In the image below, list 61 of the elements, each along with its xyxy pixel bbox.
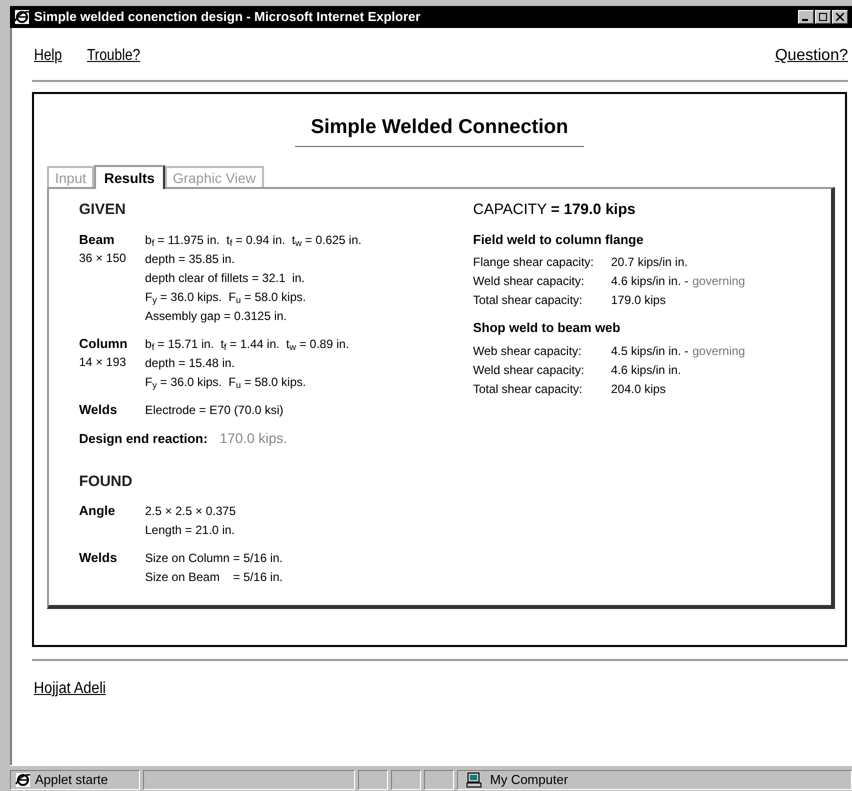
given-line: F$_{y}$ = 36.0 kips. F$_{u}$ = 58.0 kips.: [145, 374, 307, 392]
given-line: Length = 21.0 in.: [145, 522, 236, 539]
capacity-label: Weld shear capacity:: [473, 273, 586, 290]
window-title: Simple welded conenction design - Microsoft Internet Explorer: [34, 8, 422, 26]
browser-icon: [14, 9, 30, 25]
group-sublabel: 36 × 150: [79, 250, 128, 267]
maximize-button[interactable]: [815, 10, 831, 24]
close-icon: [836, 13, 844, 21]
capacity-section-title: Shop weld to beam web: [473, 319, 622, 337]
page-heading: Simple Welded Connection: [294, 112, 584, 147]
capacity-label: Weld shear capacity:: [473, 362, 586, 378]
capacity-value: 179.0 kips: [611, 292, 666, 309]
tab[interactable]: Results: [94, 165, 165, 189]
given-line: Size on Column = 5/16 in.: [145, 550, 283, 567]
browser-icon: [15, 772, 31, 788]
capacity-label: Total shear capacity:: [473, 380, 584, 398]
given-line: b$_{f}$ = 15.71 in. t$_{f}$ = 1.44 in. t$_{w}$ = 0.89 in.: [145, 336, 350, 354]
group-label: Welds: [79, 549, 118, 567]
given-line: F$_{y}$ = 36.0 kips. F$_{u}$ = 58.0 kips.: [145, 288, 307, 306]
capacity-value: 4.6 kips/in in.: [611, 362, 682, 378]
capacity-label: Web shear capacity:: [473, 342, 582, 360]
group-label: Beam: [79, 230, 116, 248]
given-line: depth clear of fillets = 32.1 in.: [145, 270, 306, 286]
given-line: depth = 15.48 in.: [145, 354, 236, 372]
given-line: Size on Beam = 5/16 in.: [145, 569, 283, 586]
nav-link[interactable]: Trouble?: [86, 44, 140, 68]
question-link[interactable]: Question?: [775, 44, 848, 68]
nav-link[interactable]: Help: [34, 44, 62, 68]
capacity-note: governing: [692, 342, 746, 360]
capacity-value: 4.5 kips/in in. -: [611, 342, 688, 360]
group-label: Column: [79, 334, 128, 352]
computer-icon: [466, 772, 482, 788]
status-pane: [424, 770, 454, 790]
capacity-label: Total shear capacity:: [473, 292, 584, 309]
status-pane: [391, 770, 421, 790]
group-label: Welds: [79, 400, 118, 418]
capacity-heading: CAPACITY = 179.0 kips: [473, 200, 636, 220]
given-line: Assembly gap = 0.3125 in.: [145, 308, 288, 324]
given-line: Electrode = E70 (70.0 ksi): [145, 402, 284, 418]
group-label: Angle: [79, 502, 116, 520]
capacity-value: 4.6 kips/in in. -: [611, 273, 688, 290]
given-line: depth = 35.85 in.: [145, 250, 236, 268]
group-sublabel: 14 × 193: [79, 354, 128, 371]
status-pane: [358, 770, 388, 790]
given-line: 2.5 × 2.5 × 0.375: [145, 503, 236, 520]
capacity-label: Flange shear capacity:: [473, 254, 595, 271]
capacity-note: governing: [692, 273, 746, 290]
section-heading: FOUND: [79, 472, 134, 492]
capacity-section-title: Field weld to column flange: [473, 230, 644, 249]
author-link[interactable]: Hojjat Adeli: [32, 677, 766, 701]
reaction-value: 170.0 kips.: [220, 428, 288, 448]
reaction-label: Design end reaction:: [79, 430, 208, 448]
capacity-value: 20.7 kips/in in.: [611, 254, 688, 271]
close-button[interactable]: [832, 10, 848, 24]
minimize-button[interactable]: [798, 10, 814, 24]
section-heading: GIVEN: [79, 200, 127, 220]
status-text: Applet starte: [35, 770, 108, 788]
capacity-value: 204.0 kips: [611, 380, 666, 398]
given-line: b$_{f}$ = 11.975 in. t$_{f}$ = 0.94 in. t$_{w}$ = 0.625 in.: [145, 232, 362, 250]
maximize-icon: [819, 13, 827, 21]
zone-text: My Computer: [490, 770, 568, 789]
